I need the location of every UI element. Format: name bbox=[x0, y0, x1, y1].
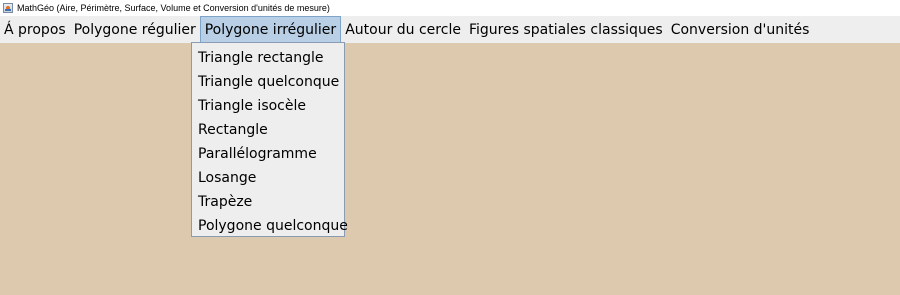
java-app-icon bbox=[3, 3, 13, 13]
menu-a-propos[interactable]: Á propos bbox=[0, 16, 70, 43]
menu-polygone-irregulier[interactable]: Polygone irrégulier bbox=[199, 16, 342, 43]
menu-item-triangle-quelconque[interactable]: Triangle quelconque bbox=[192, 70, 344, 94]
polygone-irregulier-dropdown: Triangle rectangle Triangle quelconque T… bbox=[191, 42, 348, 238]
menu-figures-spatiales-classiques[interactable]: Figures spatiales classiques bbox=[465, 16, 667, 43]
menu-item-parallelogramme[interactable]: Parallélogramme bbox=[192, 142, 344, 166]
menu-polygone-regulier[interactable]: Polygone régulier bbox=[70, 16, 200, 43]
menu-item-triangle-rectangle[interactable]: Triangle rectangle bbox=[192, 46, 344, 70]
menu-bar: Á propos Polygone régulier Polygone irré… bbox=[0, 16, 900, 43]
menu-item-triangle-isocele[interactable]: Triangle isocèle bbox=[192, 94, 344, 118]
title-bar: MathGéo (Aire, Périmètre, Surface, Volum… bbox=[0, 0, 900, 16]
menu-item-losange[interactable]: Losange bbox=[192, 166, 344, 190]
window-title: MathGéo (Aire, Périmètre, Surface, Volum… bbox=[17, 3, 330, 13]
menu-item-trapeze[interactable]: Trapèze bbox=[192, 190, 344, 214]
menu-item-polygone-quelconque[interactable]: Polygone quelconque bbox=[192, 214, 348, 238]
menu-conversion-unites[interactable]: Conversion d'unités bbox=[667, 16, 814, 43]
menu-item-rectangle[interactable]: Rectangle bbox=[192, 118, 344, 142]
menu-autour-du-cercle[interactable]: Autour du cercle bbox=[341, 16, 465, 43]
